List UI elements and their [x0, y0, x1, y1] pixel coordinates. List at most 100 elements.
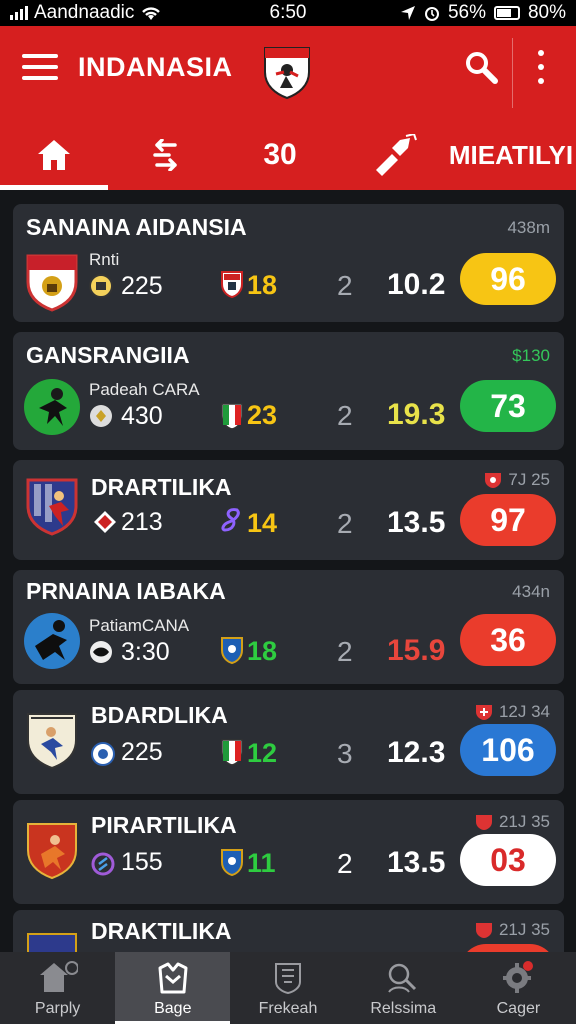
shield-flag-icon [221, 637, 243, 664]
more-options-icon[interactable] [530, 50, 552, 84]
carrier: Aandnaadic [10, 2, 162, 24]
player-count: 225 [121, 272, 163, 300]
league-name: DRARTILIKA [91, 474, 232, 500]
match-card[interactable]: BDARDLIKA 12J 34 225 12 3 12.3 106 [13, 690, 564, 794]
mid-value: 2 [337, 848, 353, 879]
league-name: GANSRANGIIA [26, 342, 190, 368]
player-name: Padeah CARA [89, 380, 200, 399]
match-time-text: 12J 34 [498, 702, 550, 721]
nav-bage[interactable]: Bage [115, 952, 231, 1024]
tab-bar: 30 MIEATILYI [0, 120, 576, 190]
score-badge[interactable]: 03 [460, 834, 556, 886]
score-badge[interactable]: 36 [460, 614, 556, 666]
signal-icon [10, 6, 28, 20]
carrier-name: Aandnaadic [34, 2, 135, 23]
match-time-text: 7J 25 [508, 470, 550, 489]
wifi-icon [142, 7, 161, 20]
shield-icon [475, 923, 492, 938]
app-logo [264, 47, 310, 100]
nav-parply[interactable]: Parply [0, 952, 115, 1024]
bottom-nav: Parply Bage Frekeah Relssima Cager [0, 952, 576, 1024]
match-time: $130 [512, 346, 550, 365]
match-list: SANAINA AIDANSIA 438m Rnti 225 18 2 10.2… [0, 190, 576, 952]
player-count: 213 [121, 508, 163, 536]
mid-value: 3 [337, 738, 353, 769]
match-time: 438m [507, 218, 550, 237]
menu-icon[interactable] [22, 52, 58, 82]
shield-flag-icon [221, 271, 243, 298]
transfer-icon [153, 139, 177, 171]
tab-score[interactable]: 30 [226, 120, 334, 190]
shirt-icon [158, 962, 188, 994]
match-time: 21J 35 [475, 920, 550, 940]
player-photo-icon [24, 613, 80, 669]
shield-flag-icon [221, 739, 243, 766]
score-badge[interactable]: 106 [460, 724, 556, 776]
match-card[interactable]: DRAKTILIKA 21J 35 [13, 910, 564, 952]
score-badge[interactable] [460, 944, 556, 952]
team-crest-icon [27, 933, 77, 952]
stat-value: 14 [247, 508, 278, 538]
stat-value: 11 [247, 848, 276, 878]
status-bar: Aandnaadic 6:50 56% 80% [0, 0, 576, 26]
search-icon[interactable] [462, 48, 500, 86]
team-crest-icon [27, 823, 77, 880]
odds-value: 13.5 [387, 506, 446, 539]
match-card[interactable]: GANSRANGIIA $130 Padeah CARA 430 23 2 19… [13, 332, 564, 450]
nav-cager[interactable]: Cager [461, 952, 576, 1024]
player-count: 430 [121, 402, 163, 430]
club-badge-icon [94, 511, 116, 533]
battery-icon [493, 6, 520, 20]
match-card[interactable]: SANAINA AIDANSIA 438m Rnti 225 18 2 10.2… [13, 204, 564, 322]
home-icon [39, 961, 78, 992]
odds-value: 19.3 [387, 398, 446, 431]
tab-transfers[interactable] [112, 120, 220, 190]
tab-home[interactable] [0, 120, 108, 190]
player-name: PatiamCANA [89, 616, 190, 635]
match-card[interactable]: PRNAINA IABAKA 434n PatiamCANA 3:30 18 2… [13, 570, 564, 684]
match-card[interactable]: PIRARTILIKA 21J 35 155 11 2 13.5 03 [13, 800, 564, 904]
castle-icon [275, 963, 301, 994]
match-time: 12J 34 [475, 702, 550, 722]
player-name: Rnti [89, 250, 120, 269]
shield-icon [485, 473, 502, 488]
nav-label: Bage [154, 1000, 192, 1017]
match-card[interactable]: DRARTILIKA 7J 25 213 14 2 13.5 97 [13, 460, 564, 560]
stylized-8-icon [221, 508, 240, 532]
shield-flag-icon [221, 849, 243, 876]
tab-mieatilyi[interactable]: MIEATILYI [446, 120, 576, 190]
league-name: PRNAINA IABAKA [26, 578, 226, 604]
nav-relssima[interactable]: Relssima [346, 952, 461, 1024]
stat-value: 18 [247, 636, 278, 666]
club-badge-icon [90, 405, 112, 427]
score-badge[interactable]: 97 [460, 494, 556, 546]
nav-label: Frekeah [258, 1000, 318, 1017]
club-badge-icon [89, 274, 113, 298]
stat-value: 18 [247, 270, 278, 300]
tab-torch[interactable] [340, 120, 448, 190]
league-name: SANAINA AIDANSIA [26, 214, 247, 240]
score-badge[interactable]: 96 [460, 253, 556, 305]
team-crest-icon [26, 478, 78, 536]
league-name: BDARDLIKA [91, 702, 228, 728]
mid-value: 2 [337, 400, 353, 431]
nav-frekeah[interactable]: Frekeah [230, 952, 345, 1024]
player-photo-icon [24, 379, 80, 435]
club-badge-icon [91, 742, 115, 766]
club-badge-icon [91, 852, 115, 876]
toolbar-divider [512, 38, 513, 108]
nav-label: Cager [496, 1000, 541, 1017]
shield-flag-icon [221, 403, 243, 430]
odds-value: 15.9 [387, 634, 446, 667]
app-title: INDANASIA [78, 52, 233, 82]
stat-value: 23 [247, 400, 278, 430]
mid-value: 2 [337, 508, 353, 539]
match-time: 7J 25 [484, 470, 550, 490]
score-badge[interactable]: 73 [460, 380, 556, 432]
secondary-percent: 80% [527, 2, 566, 23]
match-time-text: 21J 35 [498, 812, 550, 831]
club-badge-icon [90, 641, 112, 663]
match-time: 21J 35 [475, 812, 550, 832]
team-crest-icon [27, 713, 77, 770]
odds-value: 13.5 [387, 846, 446, 879]
